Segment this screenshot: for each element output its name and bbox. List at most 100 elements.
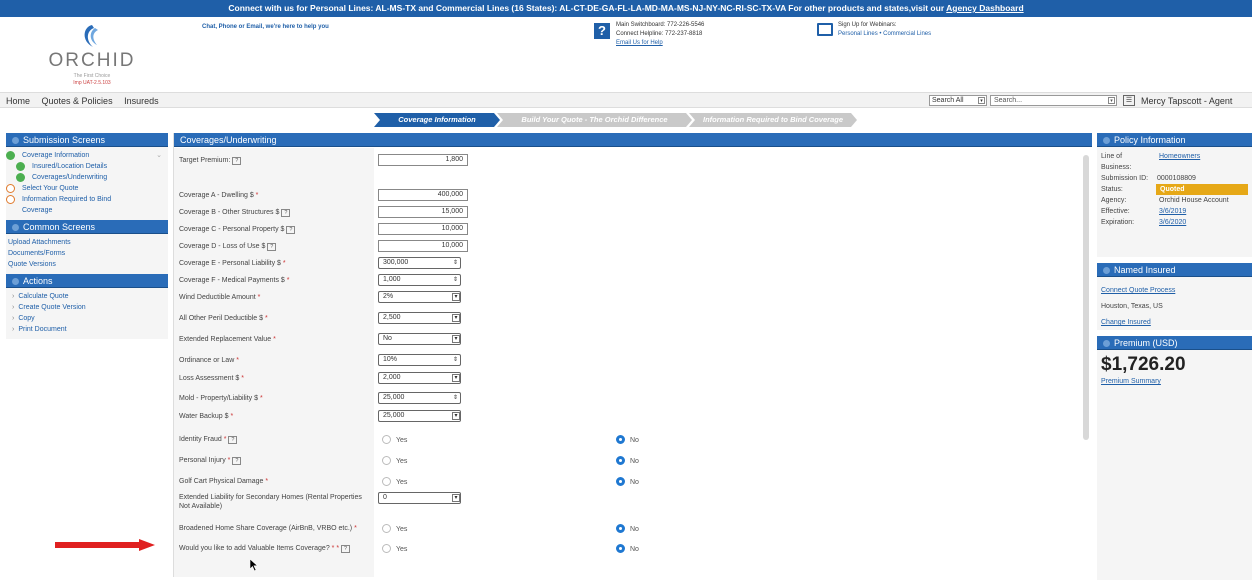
agency-dashboard-link[interactable]: Agency Dashboard: [946, 3, 1023, 13]
field-label: Extended Liability for Secondary Homes (…: [179, 493, 371, 511]
expiration-row: Expiration: 3/6/2020: [1101, 217, 1248, 228]
sidebar-item-upload[interactable]: Upload Attachments: [6, 237, 168, 248]
coverage-f-select[interactable]: 1,000 ⇕: [378, 274, 461, 286]
named-insured-header[interactable]: Named Insured: [1097, 263, 1252, 277]
list-icon[interactable]: ☰: [1123, 95, 1135, 106]
action-create-quote-version[interactable]: › Create Quote Version: [6, 302, 168, 313]
select-value: 25,000: [383, 412, 405, 419]
sidebar-item-bind-info-cont[interactable]: Coverage: [6, 205, 168, 216]
caret-right-icon: ›: [12, 304, 15, 311]
premium-summary-link[interactable]: Premium Summary: [1101, 378, 1161, 385]
water-backup-select[interactable]: 25,000 ▾: [378, 410, 461, 422]
help-icon[interactable]: ?: [286, 226, 296, 234]
help-icon[interactable]: ?: [232, 157, 242, 165]
sidebar-item-label: Insured/Location Details: [32, 163, 108, 170]
help-icon[interactable]: ?: [281, 209, 291, 217]
sidebar-item-coverages-underwriting[interactable]: Coverages/Underwriting: [6, 172, 168, 183]
expiration-date-link[interactable]: 3/6/2020: [1159, 217, 1186, 228]
search-input[interactable]: Search... ▾: [990, 95, 1117, 106]
personal-injury-yes[interactable]: Yes: [382, 456, 407, 466]
step-build-quote[interactable]: Build Your Quote - The Orchid Difference: [497, 113, 692, 127]
help-icon[interactable]: ?: [232, 457, 242, 465]
lob-row: Line of Business: Homeowners: [1101, 151, 1248, 173]
select-value: 1,000: [383, 276, 401, 283]
golf-cart-yes[interactable]: Yes: [382, 477, 407, 487]
chevron-down-icon: ▾: [452, 374, 460, 382]
sidebar-item-documents[interactable]: Documents/Forms: [6, 248, 168, 259]
golf-cart-no[interactable]: No: [616, 477, 639, 487]
help-icon[interactable]: ?: [228, 436, 238, 444]
broadened-yes[interactable]: Yes: [382, 524, 407, 534]
label-text: Golf Cart Physical Damage: [179, 478, 264, 485]
sidebar-item-label: Coverage: [22, 207, 53, 214]
email-help-link[interactable]: Email Us for Help: [616, 40, 663, 46]
label-text: Extended Replacement Value: [179, 336, 272, 343]
sidebar-item-insured-location[interactable]: Insured/Location Details: [6, 161, 168, 172]
label-text: Identity Fraud: [179, 436, 222, 443]
valuable-items-no[interactable]: No: [616, 544, 639, 554]
step-bind-info[interactable]: Information Required to Bind Coverage: [689, 113, 857, 127]
label-text: Coverage C - Personal Property $: [179, 226, 285, 233]
field-label: Identity Fraud * ?: [179, 435, 371, 444]
identity-fraud-no[interactable]: No: [616, 435, 639, 445]
lob-link[interactable]: Homeowners: [1159, 151, 1200, 162]
submission-screens-header[interactable]: Submission Screens: [6, 133, 168, 147]
wind-deductible-select[interactable]: 2% ▾: [378, 291, 461, 303]
chevron-down-icon: ▾: [452, 293, 460, 301]
mouse-cursor-icon: [250, 559, 258, 571]
extended-liability-select[interactable]: 0 ▾: [378, 492, 461, 504]
premium-header[interactable]: Premium (USD): [1097, 336, 1252, 350]
loss-assessment-select[interactable]: 2,000 ▾: [378, 372, 461, 384]
ordinance-select[interactable]: 10% ⇕: [378, 354, 461, 366]
status-badge: Quoted: [1156, 184, 1248, 195]
help-icon[interactable]: ?: [341, 545, 351, 553]
extended-replacement-select[interactable]: No ▾: [378, 333, 461, 345]
action-calculate-quote[interactable]: › Calculate Quote: [6, 291, 168, 302]
aop-deductible-select[interactable]: 2,500 ▾: [378, 312, 461, 324]
coverage-b-input[interactable]: 15,000: [378, 206, 468, 218]
sidebar-item-bind-info[interactable]: Information Required to Bind: [6, 194, 168, 205]
identity-fraud-yes[interactable]: Yes: [382, 435, 407, 445]
target-premium-input[interactable]: 1,800: [378, 154, 468, 166]
panel-title: Policy Information: [1114, 135, 1186, 145]
sidebar-item-coverage-information[interactable]: Coverage Information ⌄: [6, 150, 168, 161]
orchid-logo-icon: [75, 23, 109, 49]
orchid-logo[interactable]: ORCHID The First Choice Imp UAT-2.5.103: [42, 23, 142, 86]
sidebar-item-select-quote[interactable]: Select Your Quote: [6, 183, 168, 194]
common-screens-header[interactable]: Common Screens: [6, 220, 168, 234]
valuable-items-yes[interactable]: Yes: [382, 544, 407, 554]
action-print-document[interactable]: › Print Document: [6, 324, 168, 335]
coverage-c-input[interactable]: 10,000: [378, 223, 468, 235]
personal-injury-no[interactable]: No: [616, 456, 639, 466]
coverage-a-input[interactable]: 400,000: [378, 189, 468, 201]
sidebar-item-quote-versions[interactable]: Quote Versions: [6, 259, 168, 270]
policy-information-header[interactable]: Policy Information: [1097, 133, 1252, 147]
coverage-e-select[interactable]: 300,000 ⇕: [378, 257, 461, 269]
coverage-d-input[interactable]: 10,000: [378, 240, 468, 252]
field-label: Coverage E - Personal Liability $ *: [179, 260, 286, 267]
actions-header[interactable]: Actions: [6, 274, 168, 288]
select-value: 10%: [383, 356, 398, 363]
field-label: Coverage C - Personal Property $ ?: [179, 225, 371, 234]
user-name[interactable]: Mercy Tapscott - Agent: [1141, 96, 1232, 106]
help-icon[interactable]: ?: [267, 243, 277, 251]
connect-quote-process-link[interactable]: Connect Quote Process: [1101, 287, 1175, 294]
broadened-no[interactable]: No: [616, 524, 639, 534]
change-insured-link[interactable]: Change Insured: [1101, 319, 1151, 326]
effective-date-link[interactable]: 3/6/2019: [1159, 206, 1186, 217]
action-copy[interactable]: › Copy: [6, 313, 168, 324]
panel-title: Named Insured: [1114, 265, 1176, 275]
mold-select[interactable]: 25,000 ⇕: [378, 392, 461, 404]
logo-name: ORCHID: [48, 50, 136, 71]
scrollbar[interactable]: [1083, 155, 1089, 440]
nav-insureds[interactable]: Insureds: [124, 96, 159, 106]
step-coverage-information[interactable]: Coverage Information: [374, 113, 500, 127]
field-label: Target Premium: ?: [179, 156, 371, 165]
agency-row: Agency: Orchid House Account: [1101, 195, 1248, 206]
webinar-links[interactable]: Personal Lines • Commercial Lines: [838, 31, 931, 37]
nav-home[interactable]: Home: [6, 96, 30, 106]
nav-quotes-policies[interactable]: Quotes & Policies: [42, 96, 113, 106]
phone-block: ? Main Switchboard: 772-226-5546 Connect…: [594, 21, 704, 48]
search-scope-select[interactable]: Search All ▾: [929, 95, 987, 106]
premium-amount: $1,726.20: [1101, 354, 1186, 375]
